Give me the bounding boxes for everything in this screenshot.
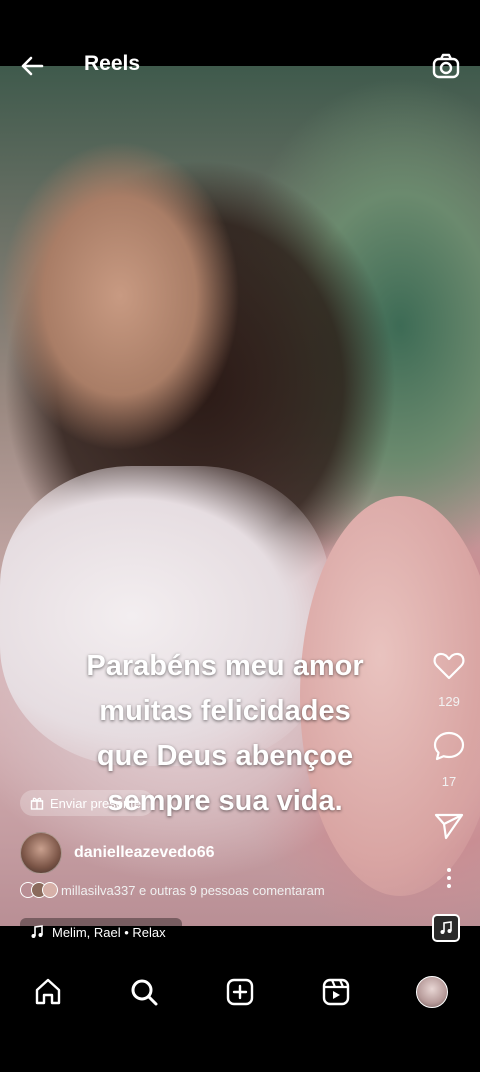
audio-button[interactable]: Melim, Rael • Relax <box>20 918 182 946</box>
back-arrow-icon <box>21 56 44 76</box>
comment-button[interactable] <box>432 730 466 767</box>
back-button[interactable] <box>16 50 48 82</box>
more-vertical-icon <box>447 868 451 888</box>
bottom-navigation <box>0 964 480 1024</box>
comment-summary-text: millasilva337 e outras 9 pessoas comenta… <box>61 882 325 898</box>
author-row[interactable]: danielleazevedo66 <box>20 832 215 874</box>
nav-profile[interactable] <box>416 976 448 1008</box>
nav-home[interactable] <box>32 976 64 1008</box>
author-username[interactable]: danielleazevedo66 <box>74 844 215 862</box>
audio-label: Melim, Rael • Relax <box>52 924 166 940</box>
commenter-avatar <box>42 882 58 898</box>
comment-summary[interactable]: millasilva337 e outras 9 pessoas comenta… <box>20 882 325 898</box>
search-icon <box>131 979 158 1006</box>
commenter-avatars <box>20 882 58 898</box>
nav-create[interactable] <box>224 976 256 1008</box>
status-bar <box>0 0 480 44</box>
caption-line: muitas felicidades <box>99 695 351 727</box>
caption-line: Parabéns meu amor <box>86 650 364 682</box>
page-title: Reels <box>84 52 141 75</box>
home-icon <box>35 978 61 1005</box>
profile-avatar[interactable] <box>416 976 448 1008</box>
send-gift-button[interactable]: Enviar presente <box>20 790 154 816</box>
more-options-button[interactable] <box>432 866 466 895</box>
gift-label: Enviar presente <box>50 795 142 811</box>
comment-count: 17 <box>441 774 457 789</box>
share-button[interactable] <box>432 810 466 847</box>
caption-line: que Deus abençoe <box>96 740 354 772</box>
header: Reels <box>0 44 480 88</box>
like-count: 129 <box>438 694 460 709</box>
camera-icon <box>432 53 460 79</box>
like-button[interactable] <box>432 650 466 687</box>
plus-square-icon <box>226 978 254 1006</box>
heart-icon <box>433 652 465 680</box>
music-note-icon <box>440 921 452 934</box>
camera-button[interactable] <box>430 50 462 82</box>
music-note-icon <box>31 925 43 938</box>
gift-icon <box>30 797 44 810</box>
comment-icon <box>433 731 465 761</box>
author-avatar[interactable] <box>20 832 62 874</box>
system-navigation-bar <box>0 1024 480 1072</box>
audio-thumbnail[interactable] <box>432 914 460 942</box>
nav-reels[interactable] <box>320 976 352 1008</box>
send-icon <box>434 813 464 840</box>
nav-search[interactable] <box>128 976 160 1008</box>
reels-icon <box>322 978 350 1006</box>
